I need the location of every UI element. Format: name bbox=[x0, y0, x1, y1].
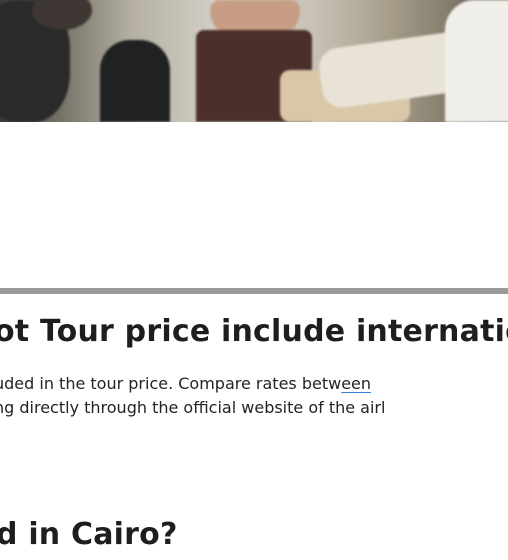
photo-bag bbox=[100, 40, 170, 122]
faq-question-heading: d in Cairo? bbox=[0, 517, 178, 552]
faq-question-heading: ot Tour price include internatio bbox=[0, 314, 508, 349]
faq-answer-line: ng directly through the official website… bbox=[0, 398, 386, 417]
section-divider bbox=[0, 288, 508, 294]
faq-answer-line: uded in the tour price. Compare rates be… bbox=[0, 372, 371, 396]
tour-photo bbox=[0, 0, 508, 122]
page: ot Tour price include internatio uded in… bbox=[0, 0, 508, 560]
photo-person-right bbox=[445, 0, 508, 122]
compare-rates-link[interactable]: een bbox=[341, 374, 371, 393]
faq-answer-text: uded in the tour price. Compare rates be… bbox=[0, 374, 342, 393]
